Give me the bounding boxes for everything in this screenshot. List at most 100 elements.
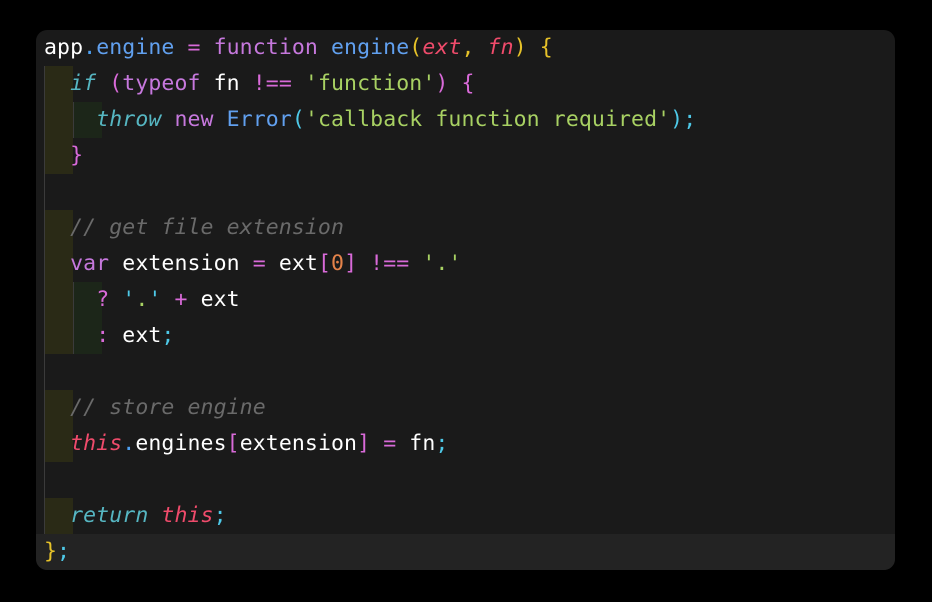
code-token: fn: [409, 431, 436, 456]
code-line[interactable]: // get file extension: [36, 210, 895, 246]
code-token: throw: [96, 107, 162, 132]
code-token: this: [70, 431, 123, 456]
code-line[interactable]: if (typeof fn !== 'function') {: [36, 66, 895, 102]
code-line[interactable]: ? '.' + ext: [36, 282, 895, 318]
code-line[interactable]: [36, 354, 895, 390]
code-token: if: [70, 71, 97, 96]
code-token: ;: [683, 107, 697, 132]
code-token: // get file extension: [70, 215, 345, 240]
code-token: ': [122, 287, 136, 312]
code-token: app: [44, 35, 84, 60]
code-surface[interactable]: app.engine = function engine(ext, fn) { …: [36, 30, 895, 570]
code-token: (: [109, 71, 123, 96]
code-token: ]: [357, 431, 371, 456]
code-line-text: };: [36, 534, 895, 570]
code-token: +: [174, 287, 188, 312]
code-token: ,: [461, 35, 475, 60]
code-token: 'function': [304, 71, 436, 96]
code-token: new: [174, 107, 214, 132]
code-token: (: [291, 107, 305, 132]
code-line[interactable]: var extension = ext[0] !== '.': [36, 246, 895, 282]
code-token: ;: [213, 503, 227, 528]
code-token: 0: [331, 251, 345, 276]
code-line[interactable]: throw new Error('callback function requi…: [36, 102, 895, 138]
code-line-text: throw new Error('callback function requi…: [36, 102, 895, 138]
code-line[interactable]: // store engine: [36, 390, 895, 426]
code-token: '.': [422, 251, 462, 276]
code-lines-container[interactable]: app.engine = function engine(ext, fn) { …: [36, 30, 895, 570]
code-token: 'callback function required': [304, 107, 671, 132]
code-token: ext: [278, 251, 318, 276]
code-line[interactable]: : ext;: [36, 318, 895, 354]
code-token: [: [226, 431, 240, 456]
code-token: ): [435, 71, 449, 96]
code-token: function: [213, 35, 318, 60]
code-token: {: [461, 71, 475, 96]
code-line-text: // get file extension: [36, 210, 895, 246]
code-token: .: [83, 35, 97, 60]
code-line[interactable]: this.engines[extension] = fn;: [36, 426, 895, 462]
code-line-text: return this;: [36, 498, 895, 534]
code-line-text: app.engine = function engine(ext, fn) {: [36, 30, 895, 66]
code-token: ;: [57, 539, 71, 564]
code-line-text: if (typeof fn !== 'function') {: [36, 66, 895, 102]
code-token: engines: [135, 431, 227, 456]
code-token: typeof: [122, 71, 201, 96]
code-line-text: }: [36, 138, 895, 174]
code-token: ;: [435, 431, 449, 456]
code-token: engine: [331, 35, 410, 60]
code-line[interactable]: [36, 462, 895, 498]
code-token: =: [187, 35, 201, 60]
code-token: ?: [96, 287, 110, 312]
code-token: return: [70, 503, 149, 528]
code-token: fn: [487, 35, 514, 60]
code-token: ;: [161, 323, 175, 348]
code-line[interactable]: return this;: [36, 498, 895, 534]
code-line[interactable]: };: [36, 534, 895, 570]
code-token: ext: [122, 323, 162, 348]
code-token: extension: [122, 251, 240, 276]
code-editor-panel[interactable]: app.engine = function engine(ext, fn) { …: [36, 30, 895, 570]
code-line[interactable]: app.engine = function engine(ext, fn) {: [36, 30, 895, 66]
code-token: !==: [252, 71, 292, 96]
code-token: .: [135, 287, 149, 312]
code-token: // store engine: [70, 395, 266, 420]
code-line-text: var extension = ext[0] !== '.': [36, 246, 895, 282]
code-line-text: : ext;: [36, 318, 895, 354]
code-line[interactable]: [36, 174, 895, 210]
code-token: }: [44, 539, 58, 564]
code-token: fn: [213, 71, 240, 96]
code-token: ext: [422, 35, 462, 60]
code-token: var: [70, 251, 110, 276]
code-token: ): [513, 35, 527, 60]
code-line[interactable]: }: [36, 138, 895, 174]
code-token: }: [70, 143, 84, 168]
code-token: {: [539, 35, 553, 60]
